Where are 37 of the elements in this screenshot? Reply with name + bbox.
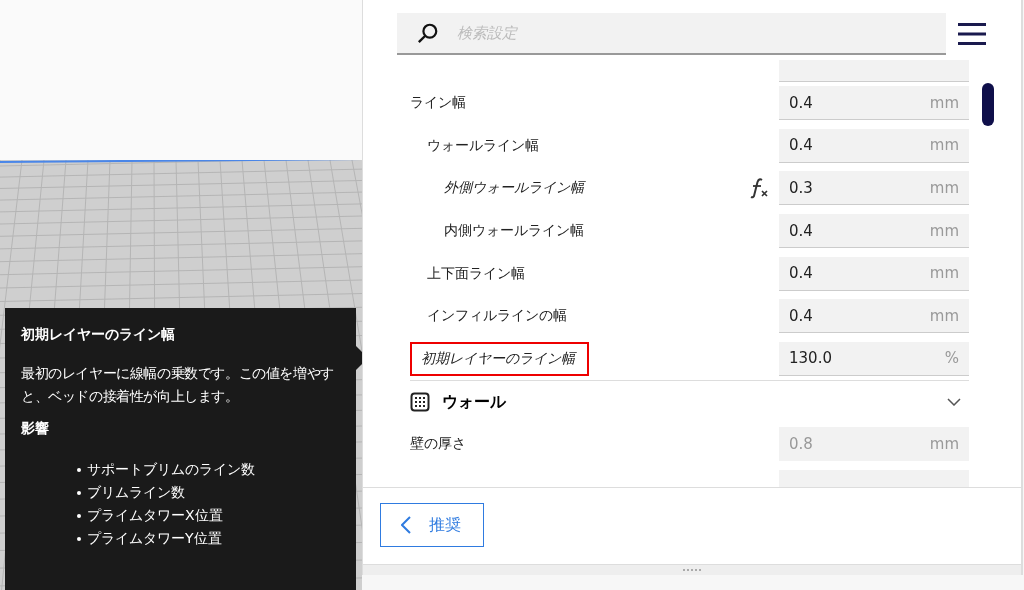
tooltip-title: 初期レイヤーのライン幅 <box>21 326 176 344</box>
chevron-icon <box>947 398 961 407</box>
setting-label: 壁の厚さ <box>410 435 467 454</box>
scrollbar-thumb[interactable] <box>982 83 994 126</box>
dotted-square-icon <box>410 392 430 413</box>
affected-setting: サポートブリムのライン数 <box>87 460 255 479</box>
affected-setting: ブリムライン数 <box>87 483 185 502</box>
tooltip-description: 最初のレイヤーに線幅の乗数です。この値を増やすと、ベッドの接着性が向上します。 <box>21 364 335 406</box>
bullet-icon <box>77 467 81 472</box>
input-field[interactable]: 0.4 mm <box>779 214 969 249</box>
setting-label: インフィルラインの幅 <box>427 307 568 326</box>
input-field[interactable]: 0.4 mm <box>779 256 969 291</box>
chevron-left-icon <box>401 516 411 534</box>
affected-setting: プライムタワーY位置 <box>87 529 222 548</box>
setting-label: ウォールライン幅 <box>427 136 540 155</box>
input-field[interactable]: 130.0 % <box>779 341 969 376</box>
setting-label: 初期レイヤーのライン幅 <box>410 341 589 376</box>
bullet-icon <box>77 490 81 495</box>
recommended-button[interactable]: 推奨 <box>380 503 484 547</box>
menu-icon[interactable] <box>958 21 986 46</box>
affects-heading: 影響 <box>21 420 50 438</box>
setting-label: 内側ウォールライン幅 <box>444 222 585 241</box>
search-icon <box>417 21 439 44</box>
section-header[interactable]: ウォール <box>410 380 969 424</box>
input-field[interactable] <box>779 60 969 82</box>
input-field[interactable]: 0.4 mm <box>779 86 969 121</box>
setting-label: 上下面ライン幅 <box>427 264 526 283</box>
affected-setting: プライムタワーX位置 <box>87 506 223 525</box>
input-field[interactable]: 0.4 mm <box>779 299 969 334</box>
resize-handle[interactable] <box>363 564 1021 575</box>
input-field[interactable]: 0.4 mm <box>779 128 969 163</box>
input-field[interactable]: 0.3 mm <box>779 171 969 206</box>
bullet-icon <box>77 513 81 518</box>
input-field[interactable] <box>779 469 969 487</box>
bullet-icon <box>77 536 81 541</box>
setting-label: ライン幅 <box>410 94 467 113</box>
setting-label: 外側ウォールライン幅 <box>444 179 587 198</box>
